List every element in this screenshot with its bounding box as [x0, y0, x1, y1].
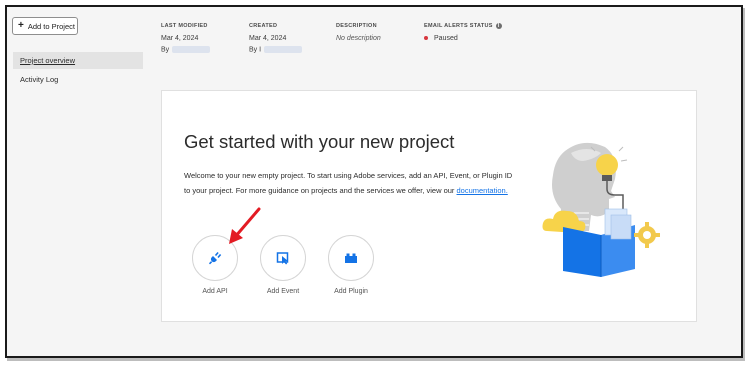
- card-description: Welcome to your new empty project. To st…: [184, 171, 513, 195]
- description-value: No description: [336, 35, 381, 42]
- plus-icon: +: [18, 20, 24, 31]
- created-label: CREATED: [249, 23, 278, 29]
- plugin-icon: [345, 253, 357, 263]
- add-event-button[interactable]: [260, 235, 306, 281]
- annotation-arrow-icon: [229, 207, 261, 244]
- last-modified-date: Mar 4, 2024: [161, 35, 199, 42]
- event-icon: [276, 252, 289, 265]
- add-event-label: Add Event: [266, 288, 300, 295]
- created-date: Mar 4, 2024: [249, 35, 287, 42]
- created-block: CREATED Mar 4, 2024 By I: [249, 23, 303, 57]
- email-alerts-label: EMAIL ALERTS STATUS i: [424, 23, 502, 29]
- app-window: + Add to Project Project overview Activi…: [5, 5, 743, 358]
- add-event-action[interactable]: Add Event: [260, 235, 306, 295]
- info-icon[interactable]: i: [495, 23, 502, 29]
- sidebar-item-project-overview[interactable]: Project overview: [13, 52, 143, 69]
- add-to-project-button[interactable]: + Add to Project: [12, 17, 78, 35]
- add-plugin-label: Add Plugin: [334, 288, 368, 295]
- documentation-link[interactable]: documentation.: [457, 186, 508, 195]
- sidebar-item-activity-log[interactable]: Activity Log: [13, 71, 143, 88]
- card-title: Get started with your new project: [184, 131, 455, 152]
- last-modified-by: By: [161, 46, 211, 53]
- redacted-name: [172, 46, 211, 53]
- add-plugin-button[interactable]: [328, 235, 374, 281]
- section-heading-stub: [165, 357, 177, 358]
- plug-icon: [208, 251, 222, 265]
- last-modified-label: LAST MODIFIED: [161, 23, 208, 29]
- description-block: DESCRIPTION No description: [336, 23, 381, 46]
- last-modified-block: LAST MODIFIED Mar 4, 2024 By: [161, 23, 211, 57]
- project-illustration: [542, 142, 660, 277]
- add-to-project-label: Add to Project: [27, 21, 75, 31]
- status-dot-icon: [424, 36, 428, 41]
- description-label: DESCRIPTION: [336, 23, 377, 29]
- add-api-label: Add API: [202, 288, 228, 295]
- email-alerts-status: Paused: [424, 35, 502, 42]
- sidebar-item-label: Project overview: [20, 56, 76, 65]
- created-by: By I: [249, 46, 303, 53]
- add-plugin-action[interactable]: Add Plugin: [328, 235, 374, 295]
- email-alerts-block: EMAIL ALERTS STATUS i Paused: [424, 23, 502, 46]
- redacted-name: [264, 46, 303, 53]
- sidebar-item-label: Activity Log: [20, 75, 59, 84]
